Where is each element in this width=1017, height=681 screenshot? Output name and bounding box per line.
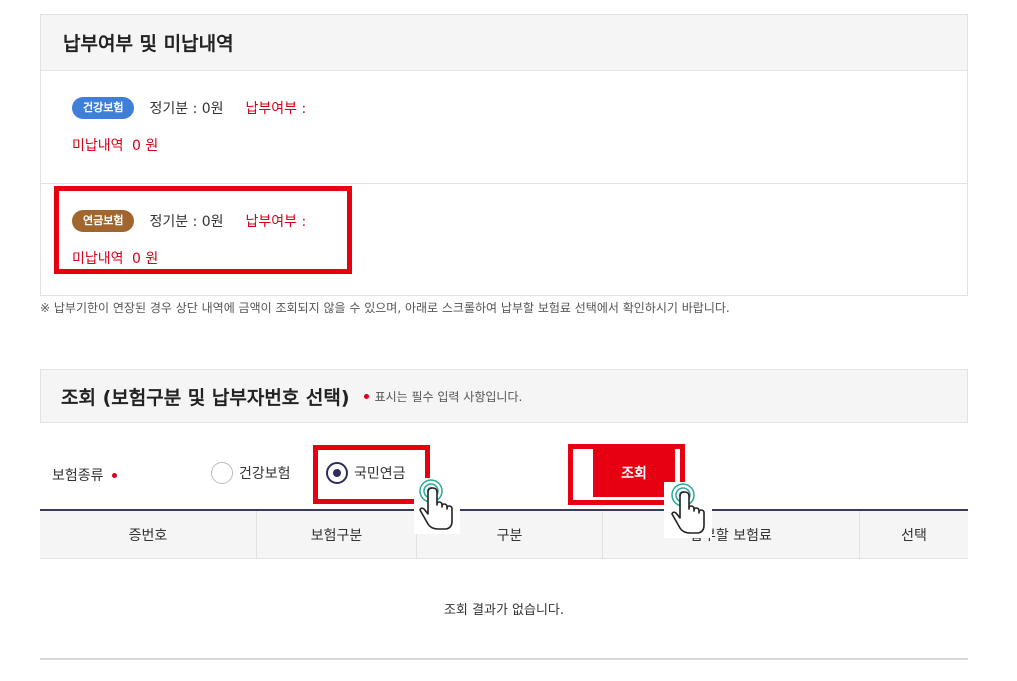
radio-health-label[interactable]: 건강보험 (239, 463, 291, 483)
health-insurance-badge: 건강보험 (72, 97, 135, 119)
health-insurance-block: 건강보험 정기분 : 0원 납부여부 : 미납내역 0 원 (41, 71, 967, 184)
col-header-select: 선택 (901, 527, 927, 544)
col-header-insurance-type: 보험구분 (257, 511, 417, 558)
health-unpaid-label: 미납내역 (72, 138, 124, 154)
pension-highlight-box (54, 186, 352, 274)
empty-results-message: 조회 결과가 없습니다. (40, 559, 968, 660)
health-paid-status: 납부여부 : (245, 101, 307, 117)
payment-status-title: 납부여부 및 미납내역 (63, 33, 234, 55)
pension-radio-highlight-box (313, 445, 430, 504)
insurance-type-label-text: 보험종류 (52, 468, 104, 484)
radio-health-insurance[interactable]: 건강보험 (211, 462, 291, 484)
payment-status-header: 납부여부 및 미납내역 (41, 15, 967, 71)
health-regular-amount: 정기분 : 0원 (149, 101, 224, 117)
search-header: 조회 (보험구분 및 납부자번호 선택) 표시는 필수 입력 사항입니다. (40, 369, 968, 423)
required-dot-icon (111, 472, 117, 478)
payment-deadline-note: ※ 납부기한이 연장된 경우 상단 내역에 금액이 조회되지 않을 수 있으며,… (40, 301, 730, 315)
health-unpaid-line: 미납내역 0 원 (72, 135, 158, 155)
required-dot-icon (363, 393, 369, 399)
insurance-type-label: 보험종류 (52, 465, 117, 485)
col-header-premium: 납부할 보험료 (603, 511, 860, 558)
health-unpaid-amount: 0 원 (131, 138, 159, 154)
radio-unchecked-icon[interactable] (211, 462, 233, 484)
results-table: 증번호 보험구분 구분 납부할 보험료 선택 조회 결과가 없습니다. (40, 509, 968, 660)
results-table-header: 증번호 보험구분 구분 납부할 보험료 선택 (40, 511, 968, 559)
search-title: 조회 (보험구분 및 납부자번호 선택) (61, 386, 350, 409)
required-note: 표시는 필수 입력 사항입니다. (363, 388, 523, 405)
required-note-text: 표시는 필수 입력 사항입니다. (374, 389, 523, 404)
hand-pointer-icon (664, 482, 712, 538)
col-header-policy-number: 증번호 (40, 511, 257, 558)
hand-pointer-icon (414, 478, 460, 534)
